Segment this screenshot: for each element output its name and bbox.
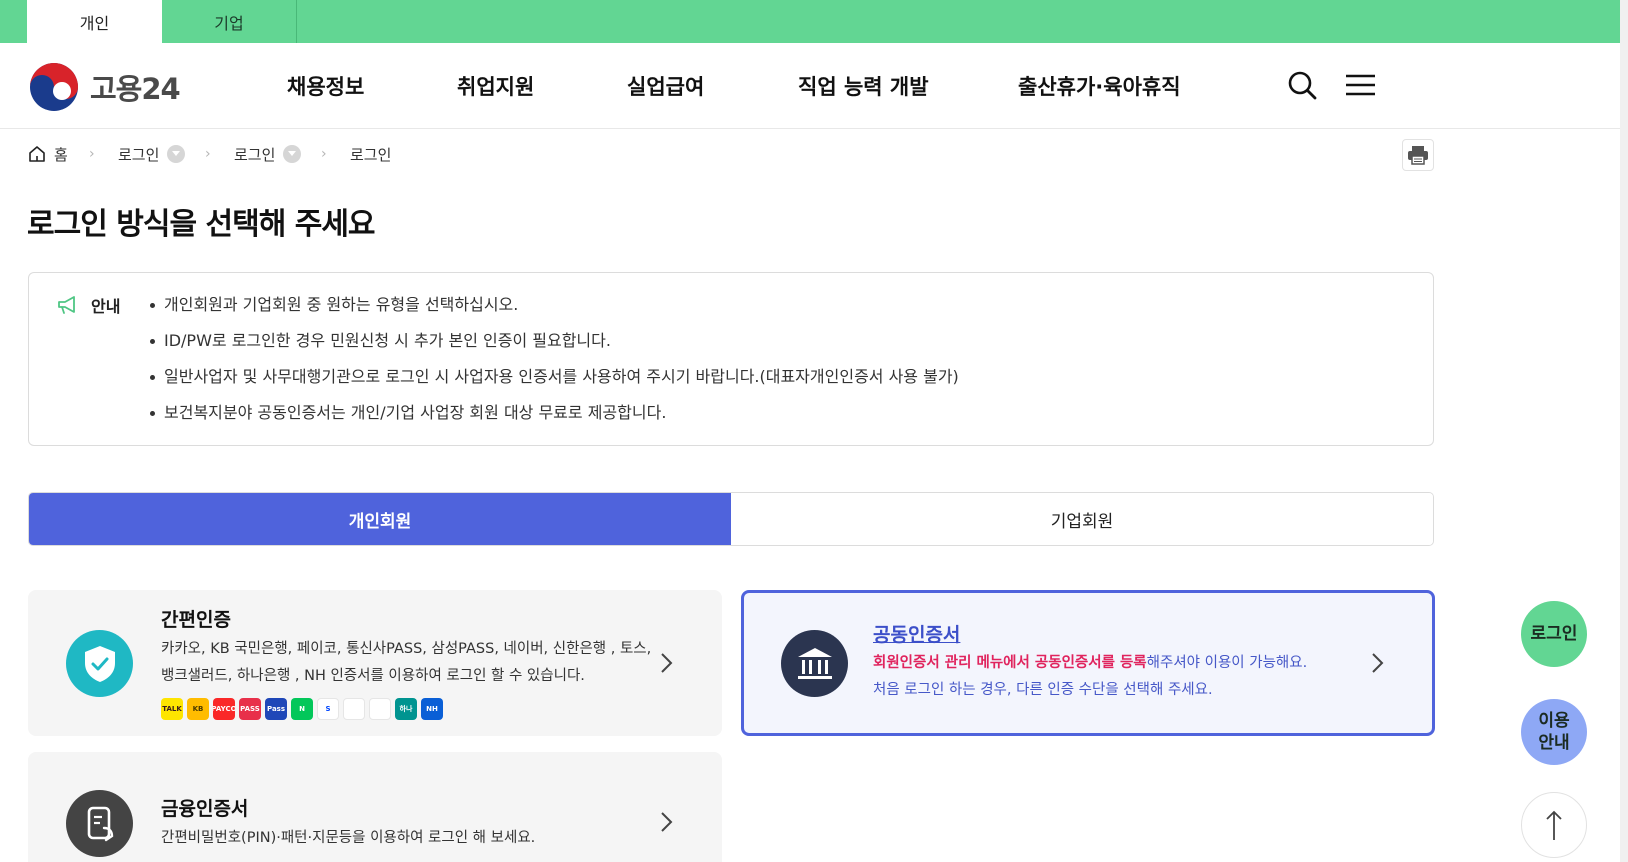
provider-logo-row: TALK KB PAYCO PASS Pass N S 하나 NH <box>161 698 447 720</box>
tab-personal-member[interactable]: 개인회원 <box>29 493 731 545</box>
breadcrumb-item-label: 로그인 <box>234 145 276 164</box>
notice-list: 개인회원과 기업회원 중 원하는 유형을 선택하십시오. ID/PW로 로그인한… <box>150 293 959 437</box>
naver-logo: N <box>291 698 313 720</box>
nav-unemployment-benefit[interactable]: 실업급여 <box>627 71 704 101</box>
payco-logo: PAYCO <box>213 698 235 720</box>
scroll-top-button[interactable] <box>1521 792 1587 858</box>
joint-certificate-card[interactable]: 공동인증서 회원인증서 관리 메뉴에서 공동인증서를 등록해주셔야 이용이 가능… <box>741 590 1435 736</box>
chevron-down-icon[interactable] <box>283 145 302 163</box>
printer-icon <box>1408 146 1428 165</box>
nh-logo: NH <box>421 698 443 720</box>
pass-logo: PASS <box>239 698 261 720</box>
financial-certificate-card[interactable]: 금융인증서 간편비밀번호(PIN)·패턴·지문등을 이용하여 로그인 해 보세요… <box>28 752 722 862</box>
megaphone-icon <box>58 296 75 314</box>
breadcrumb-home-label: 홈 <box>54 145 68 164</box>
member-type-tabs: 개인회원 기업회원 <box>28 492 1434 546</box>
print-button[interactable] <box>1402 139 1434 171</box>
breadcrumb: 홈 › 로그인 › 로그인 › 로그인 <box>27 143 427 165</box>
samsung-pass-logo: Pass <box>265 698 287 720</box>
top-tab-personal[interactable]: 개인 <box>27 0 162 43</box>
phone-document-icon <box>66 790 133 857</box>
top-tab-business[interactable]: 기업 <box>162 0 297 43</box>
logo-text: 고용24 <box>90 72 181 106</box>
toss-logo <box>343 698 365 720</box>
menu-icon[interactable] <box>1342 67 1378 103</box>
chevron-right-icon: › <box>321 146 327 162</box>
chevron-right-icon <box>661 653 673 673</box>
chevron-right-icon <box>661 812 673 832</box>
nav-employment-support[interactable]: 취업지원 <box>457 71 534 101</box>
chevron-down-icon[interactable] <box>167 145 186 163</box>
page-title: 로그인 방식을 선택해 주세요 <box>27 207 376 242</box>
notice-item: 개인회원과 기업회원 중 원하는 유형을 선택하십시오. <box>150 293 959 329</box>
financial-certificate-title: 금융인증서 <box>161 798 249 820</box>
kakao-talk-logo: TALK <box>161 698 183 720</box>
joint-certificate-desc: 회원인증서 관리 메뉴에서 공동인증서를 등록해주셔야 이용이 가능해요. 처음… <box>873 655 1308 698</box>
chevron-right-icon: › <box>205 146 211 162</box>
floating-login-button[interactable]: 로그인 <box>1521 601 1587 667</box>
simple-auth-card[interactable]: 간편인증 카카오, KB 국민은행, 페이코, 통신사PASS, 삼성PASS,… <box>28 590 722 736</box>
tab-business-member[interactable]: 기업회원 <box>731 493 1433 545</box>
nav-parental-leave[interactable]: 출산휴가·육아휴직 <box>1018 71 1181 101</box>
kb-logo: KB <box>187 698 209 720</box>
nav-skill-development[interactable]: 직업 능력 개발 <box>798 71 929 101</box>
simple-auth-title: 간편인증 <box>161 609 231 631</box>
arrow-up-icon <box>1546 810 1562 840</box>
hana-logo: 하나 <box>395 698 417 720</box>
site-logo[interactable]: 고용24 <box>28 61 181 113</box>
breadcrumb-item-label: 로그인 <box>118 145 160 164</box>
taegeuk-logo-icon <box>30 63 78 111</box>
notice-item: 보건복지분야 공동인증서는 개인/기업 사업장 회원 대상 무료로 제공합니다. <box>150 401 959 437</box>
chevron-right-icon: › <box>89 146 95 162</box>
joint-certificate-title[interactable]: 공동인증서 <box>873 620 960 647</box>
floating-guide-button[interactable]: 이용 안내 <box>1521 699 1587 765</box>
notice-item: ID/PW로 로그인한 경우 민원신청 시 추가 본인 인증이 필요합니다. <box>150 329 959 365</box>
financial-certificate-desc: 간편비밀번호(PIN)·패턴·지문등을 이용하여 로그인 해 보세요. <box>161 830 536 846</box>
bank-icon <box>781 630 848 697</box>
banksalad-logo <box>369 698 391 720</box>
breadcrumb-home[interactable]: 홈 <box>27 143 68 165</box>
breadcrumb-item-1[interactable]: 로그인 <box>118 143 186 165</box>
top-tab-strip: 개인 기업 <box>0 0 1628 43</box>
shield-check-icon <box>66 630 133 697</box>
page-scrollbar[interactable] <box>1620 0 1628 862</box>
shinhan-logo: S <box>317 698 339 720</box>
chevron-right-icon <box>1372 653 1384 673</box>
notice-box: 안내 개인회원과 기업회원 중 원하는 유형을 선택하십시오. ID/PW로 로… <box>28 272 1434 446</box>
simple-auth-desc: 카카오, KB 국민은행, 페이코, 통신사PASS, 삼성PASS, 네이버,… <box>161 641 652 684</box>
breadcrumb-item-label: 로그인 <box>350 145 392 164</box>
site-header: 고용24 채용정보 취업지원 실업급여 직업 능력 개발 출산휴가·육아휴직 <box>0 43 1628 129</box>
notice-item: 일반사업자 및 사무대행기관으로 로그인 시 사업자용 인증서를 사용하여 주시… <box>150 365 959 401</box>
home-icon <box>29 146 45 162</box>
notice-label: 안내 <box>57 293 120 317</box>
breadcrumb-current: 로그인 <box>350 143 391 165</box>
breadcrumb-item-2[interactable]: 로그인 <box>234 143 302 165</box>
nav-job-info[interactable]: 채용정보 <box>287 71 364 101</box>
search-icon[interactable] <box>1284 67 1320 103</box>
